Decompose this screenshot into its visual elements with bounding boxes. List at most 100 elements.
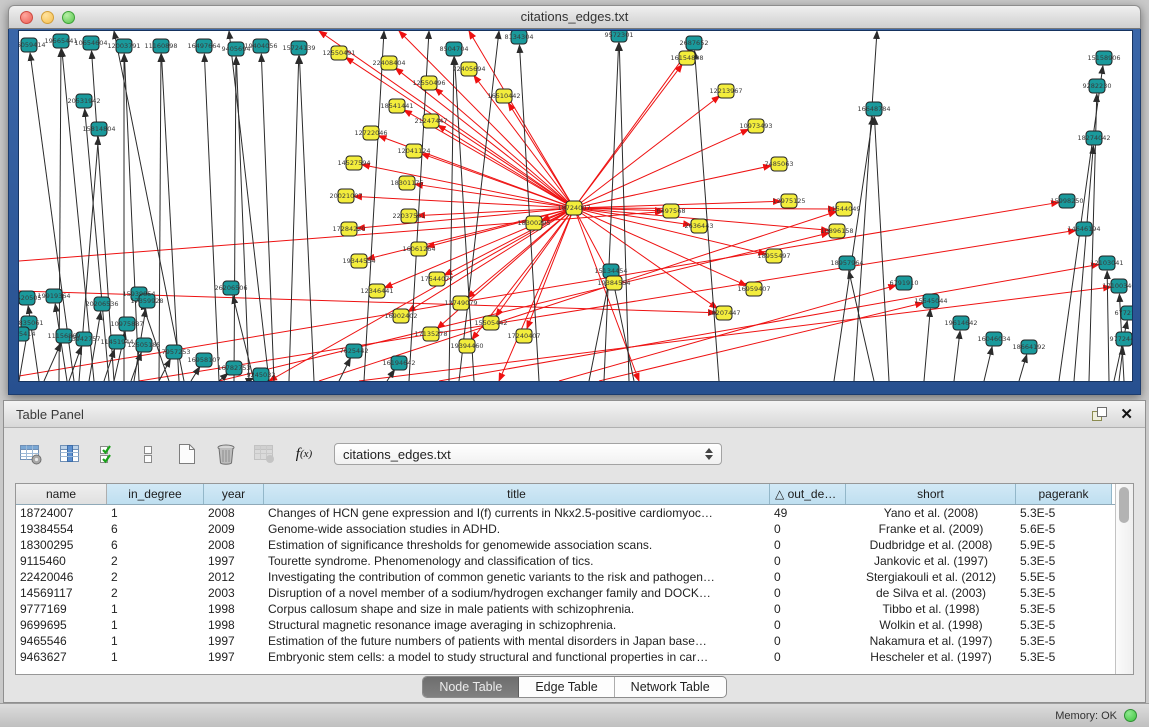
table-cell[interactable]: 9463627 bbox=[16, 650, 107, 664]
table-cell[interactable]: 5.3E-5 bbox=[1016, 554, 1112, 568]
table-cell[interactable]: 1998 bbox=[204, 602, 264, 616]
table-cell[interactable]: 2008 bbox=[204, 538, 264, 552]
new-column-icon[interactable] bbox=[174, 442, 200, 466]
column-header-pagerank[interactable]: pagerank bbox=[1016, 484, 1112, 504]
select-rows-icon[interactable] bbox=[96, 442, 122, 466]
table-cell[interactable]: Genome-wide association studies in ADHD. bbox=[264, 522, 770, 536]
table-cell[interactable]: 6 bbox=[107, 538, 204, 552]
delete-column-icon[interactable] bbox=[213, 442, 239, 466]
function-icon[interactable]: f(x) bbox=[291, 442, 317, 466]
table-cell[interactable]: 18300295 bbox=[16, 538, 107, 552]
table-cell[interactable]: Tibbo et al. (1998) bbox=[846, 602, 1016, 616]
table-cell[interactable]: Hescheler et al. (1997) bbox=[846, 650, 1016, 664]
table-cell[interactable]: 0 bbox=[770, 522, 846, 536]
table-cell[interactable]: 0 bbox=[770, 586, 846, 600]
table-cell[interactable]: 1 bbox=[107, 602, 204, 616]
row-boxes-icon[interactable] bbox=[135, 442, 161, 466]
table-cell[interactable]: 5.3E-5 bbox=[1016, 602, 1112, 616]
table-cell[interactable]: 2012 bbox=[204, 570, 264, 584]
table-cell[interactable]: Estimation of significance thresholds fo… bbox=[264, 538, 770, 552]
close-window-icon[interactable] bbox=[20, 11, 33, 24]
table-cell[interactable]: Jankovic et al. (1997) bbox=[846, 554, 1016, 568]
table-cell[interactable]: 1 bbox=[107, 634, 204, 648]
table-cell[interactable]: Wolkin et al. (1998) bbox=[846, 618, 1016, 632]
table-cell[interactable]: 14569117 bbox=[16, 586, 107, 600]
table-cell[interactable]: 2009 bbox=[204, 522, 264, 536]
table-cell[interactable]: 0 bbox=[770, 554, 846, 568]
table-cell[interactable]: 0 bbox=[770, 538, 846, 552]
table-cell[interactable]: Embryonic stem cells: a model to study s… bbox=[264, 650, 770, 664]
table-cell[interactable]: Investigating the contribution of common… bbox=[264, 570, 770, 584]
column-header-out_de[interactable]: △ out_de… bbox=[770, 484, 846, 504]
table-cell[interactable]: 0 bbox=[770, 618, 846, 632]
table-cell[interactable]: Dudbridge et al. (2008) bbox=[846, 538, 1016, 552]
table-cell[interactable]: 6 bbox=[107, 522, 204, 536]
table-cell[interactable]: 1997 bbox=[204, 634, 264, 648]
show-columns-icon[interactable] bbox=[57, 442, 83, 466]
table-cell[interactable]: 2008 bbox=[204, 506, 264, 520]
table-row[interactable]: 969969511998Structural magnetic resonanc… bbox=[16, 617, 1115, 633]
table-cell[interactable]: 1998 bbox=[204, 618, 264, 632]
table-row[interactable]: 911546021997Tourette syndrome. Phenomeno… bbox=[16, 553, 1115, 569]
table-cell[interactable]: 5.6E-5 bbox=[1016, 522, 1112, 536]
network-canvas[interactable]: 1605941419565441106546041200379111160898… bbox=[19, 31, 1132, 381]
table-cell[interactable]: 9465546 bbox=[16, 634, 107, 648]
tab-node-table[interactable]: Node Table bbox=[423, 677, 519, 697]
table-row[interactable]: 1938455462009Genome-wide association stu… bbox=[16, 521, 1115, 537]
table-scrollbar[interactable] bbox=[1115, 484, 1133, 674]
table-row[interactable]: 946362711997Embryonic stem cells: a mode… bbox=[16, 649, 1115, 665]
table-cell[interactable]: 2003 bbox=[204, 586, 264, 600]
table-cell[interactable]: 5.3E-5 bbox=[1016, 650, 1112, 664]
table-cell[interactable]: Structural magnetic resonance image aver… bbox=[264, 618, 770, 632]
table-cell[interactable]: Changes of HCN gene expression and I(f) … bbox=[264, 506, 770, 520]
column-header-title[interactable]: title bbox=[264, 484, 770, 504]
float-window-icon[interactable] bbox=[1091, 406, 1108, 422]
column-header-name[interactable]: name bbox=[16, 484, 107, 504]
scrollbar-thumb[interactable] bbox=[1119, 487, 1129, 523]
table-cell[interactable]: 2 bbox=[107, 570, 204, 584]
table-cell[interactable]: 0 bbox=[770, 570, 846, 584]
table-cell[interactable]: 1 bbox=[107, 618, 204, 632]
tab-edge-table[interactable]: Edge Table bbox=[519, 677, 614, 697]
table-cell[interactable]: 0 bbox=[770, 650, 846, 664]
table-cell[interactable]: 1997 bbox=[204, 650, 264, 664]
table-row[interactable]: 977716911998Corpus callosum shape and si… bbox=[16, 601, 1115, 617]
table-cell[interactable]: Yano et al. (2008) bbox=[846, 506, 1016, 520]
table-cell[interactable]: Nakamura et al. (1997) bbox=[846, 634, 1016, 648]
table-cell[interactable]: de Silva et al. (2003) bbox=[846, 586, 1016, 600]
column-header-in_degree[interactable]: in_degree bbox=[107, 484, 204, 504]
table-cell[interactable]: 9777169 bbox=[16, 602, 107, 616]
table-cell[interactable]: 0 bbox=[770, 602, 846, 616]
window-titlebar[interactable]: citations_edges.txt bbox=[8, 5, 1141, 29]
table-cell[interactable]: 19384554 bbox=[16, 522, 107, 536]
table-select-dropdown[interactable]: citations_edges.txt bbox=[334, 443, 722, 465]
table-cell[interactable]: Stergiakouli et al. (2012) bbox=[846, 570, 1016, 584]
table-row[interactable]: 1872400712008Changes of HCN gene express… bbox=[16, 505, 1115, 521]
table-cell[interactable]: Tourette syndrome. Phenomenology and cla… bbox=[264, 554, 770, 568]
table-cell[interactable]: 5.3E-5 bbox=[1016, 506, 1112, 520]
table-cell[interactable]: 5.3E-5 bbox=[1016, 586, 1112, 600]
table-row[interactable]: 946554611997Estimation of the future num… bbox=[16, 633, 1115, 649]
table-cell[interactable]: Corpus callosum shape and size in male p… bbox=[264, 602, 770, 616]
table-cell[interactable]: 1 bbox=[107, 650, 204, 664]
table-cell[interactable]: 2 bbox=[107, 554, 204, 568]
table-cell[interactable]: Disruption of a novel member of a sodium… bbox=[264, 586, 770, 600]
table-cell[interactable]: 2 bbox=[107, 586, 204, 600]
table-cell[interactable]: 18724007 bbox=[16, 506, 107, 520]
table-cell[interactable]: 1 bbox=[107, 506, 204, 520]
memory-status-icon[interactable] bbox=[1124, 709, 1137, 722]
column-header-short[interactable]: short bbox=[846, 484, 1016, 504]
column-header-year[interactable]: year bbox=[204, 484, 264, 504]
table-cell[interactable]: 1997 bbox=[204, 554, 264, 568]
table-cell[interactable]: 5.3E-5 bbox=[1016, 634, 1112, 648]
table-row[interactable]: 1830029562008Estimation of significance … bbox=[16, 537, 1115, 553]
close-panel-icon[interactable]: ✕ bbox=[1120, 407, 1133, 422]
minimize-window-icon[interactable] bbox=[41, 11, 54, 24]
table-cell[interactable]: Franke et al. (2009) bbox=[846, 522, 1016, 536]
table-cell[interactable]: 5.9E-5 bbox=[1016, 538, 1112, 552]
table-cell[interactable]: Estimation of the future numbers of pati… bbox=[264, 634, 770, 648]
table-cell[interactable]: 5.3E-5 bbox=[1016, 618, 1112, 632]
table-row[interactable]: 1456911722003Disruption of a novel membe… bbox=[16, 585, 1115, 601]
zoom-window-icon[interactable] bbox=[62, 11, 75, 24]
table-cell[interactable]: 5.5E-5 bbox=[1016, 570, 1112, 584]
